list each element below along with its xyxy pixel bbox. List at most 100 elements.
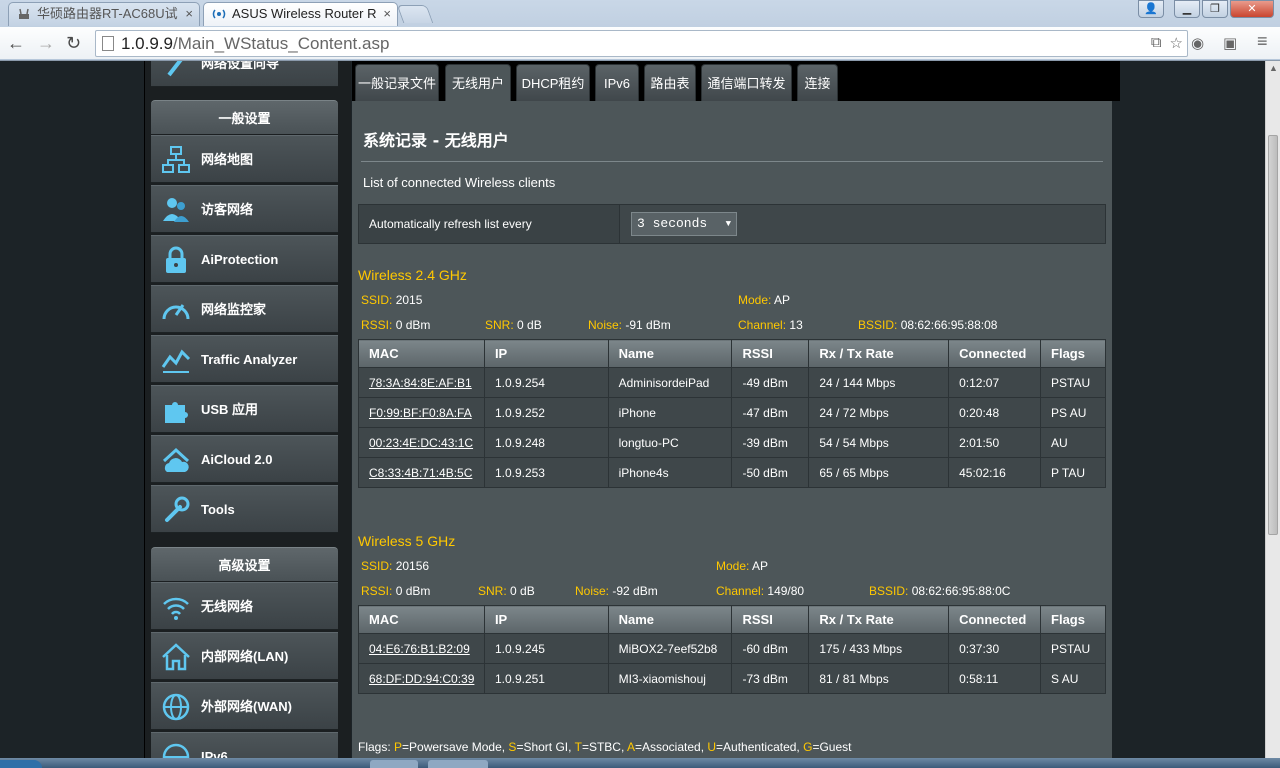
vertical-scrollbar[interactable]: ▲: [1265, 61, 1280, 758]
sidebar-item-network-map[interactable]: 网络地图: [151, 135, 338, 183]
address-bar[interactable]: 1.0.9.9/Main_WStatus_Content.asp ⧉ ☆: [95, 30, 1188, 57]
browser-tab-asus-router[interactable]: ASUS Wireless Router R ×: [203, 2, 398, 26]
flags-prefix: Flags:: [358, 740, 395, 754]
sidebar-item-label: AiCloud 2.0: [201, 452, 273, 467]
translate-icon[interactable]: ⧉: [1151, 34, 1162, 52]
back-arrow-icon[interactable]: ←: [7, 32, 25, 54]
col-header-flags: Flags: [1040, 339, 1106, 368]
noise-value: -91 dBm: [625, 318, 671, 332]
content-panel: 系统记录 - 无线用户 List of connected Wireless c…: [352, 101, 1112, 758]
snr-label: SNR:: [485, 318, 514, 332]
mode-2g: Mode: AP: [738, 293, 790, 307]
browser-menu-icon[interactable]: ≡: [1257, 31, 1268, 52]
sidebar-item-aiprotection[interactable]: AiProtection: [151, 235, 338, 283]
maximize-button[interactable]: ❐: [1202, 0, 1228, 18]
sidebar-item-label: IPv6: [201, 749, 228, 758]
advanced-settings-header: 高级设置: [151, 547, 338, 581]
tab-general-log[interactable]: 一般记录文件: [355, 64, 439, 101]
tab-routing-table[interactable]: 路由表: [644, 64, 696, 101]
noise-value: -92 dBm: [612, 584, 658, 598]
scroll-up-arrow-icon[interactable]: ▲: [1269, 63, 1278, 73]
wireless-favicon-icon: [212, 9, 226, 19]
table-row: 68:DF:DD:94:C0:39 1.0.9.251 MI3-xiaomish…: [358, 663, 1106, 694]
bssid-2g: BSSID: 08:62:66:95:88:08: [858, 318, 997, 332]
wrench-icon: [165, 496, 190, 522]
sidebar-item-tools[interactable]: Tools: [151, 485, 338, 533]
refresh-label: Automatically refresh list every: [359, 205, 620, 243]
mac-link[interactable]: 78:3A:84:8E:AF:B1: [358, 367, 485, 398]
sidebar-item-usb[interactable]: USB 应用: [151, 385, 338, 433]
tab-port-forwarding[interactable]: 通信端口转发: [701, 64, 792, 101]
cell-name: iPhone: [607, 397, 733, 428]
table-row: 00:23:4E:DC:43:1C 1.0.9.248 longtuo-PC -…: [358, 427, 1106, 458]
wifi-icon: [163, 597, 189, 620]
mac-link[interactable]: F0:99:BF:F0:8A:FA: [358, 397, 485, 428]
sidebar-item-label: 网络设置向导: [201, 61, 280, 71]
close-window-button[interactable]: ✕: [1230, 0, 1274, 18]
sidebar-item-wireless[interactable]: 无线网络: [151, 582, 338, 630]
start-button[interactable]: [0, 760, 42, 768]
cell-flags: PSTAU: [1040, 367, 1106, 398]
sidebar-item-lan[interactable]: 内部网络(LAN): [151, 632, 338, 680]
tab-dhcp-leases[interactable]: DHCP租约: [516, 64, 590, 101]
sidebar-item-setup-wizard[interactable]: 网络设置向导: [151, 61, 338, 87]
sidebar-item-label: 无线网络: [201, 599, 254, 614]
minimize-button[interactable]: ▁: [1174, 0, 1200, 18]
forward-arrow-icon[interactable]: →: [37, 32, 55, 54]
flag-text: =Authenticated,: [716, 740, 804, 754]
new-tab-button[interactable]: [396, 5, 434, 23]
log-tabs-bar: 一般记录文件 无线用户 DHCP租约 IPv6 路由表 通信端口转发 连接: [352, 61, 1120, 101]
refresh-interval-select[interactable]: 3 seconds ▼: [631, 212, 737, 236]
mac-link[interactable]: 68:DF:DD:94:C0:39: [358, 663, 485, 694]
cell-flags: S AU: [1040, 663, 1106, 694]
bssid-label: BSSID:: [869, 584, 909, 598]
bssid-5g: BSSID: 08:62:66:95:88:0C: [869, 584, 1010, 598]
col-header-rate: Rx / Tx Rate: [808, 339, 950, 368]
sidebar-item-aicloud[interactable]: AiCloud 2.0: [151, 435, 338, 483]
tab-connections[interactable]: 连接: [797, 64, 838, 101]
sidebar-item-guest-network[interactable]: 访客网络: [151, 185, 338, 233]
snr-value: 0 dB: [510, 584, 535, 598]
refresh-interval-value: 3 seconds: [637, 216, 708, 231]
mac-link[interactable]: C8:33:4B:71:4B:5C: [358, 457, 485, 488]
sidebar-item-wan[interactable]: 外部网络(WAN): [151, 682, 338, 730]
band-title-5g: Wireless 5 GHz: [358, 533, 456, 549]
tab-wireless-clients[interactable]: 无线用户: [445, 64, 511, 101]
cell-flags: PS AU: [1040, 397, 1106, 428]
extension-icon[interactable]: ▣: [1223, 34, 1237, 52]
mac-link[interactable]: 04:E6:76:B1:B2:09: [358, 633, 485, 664]
channel-2g: Channel: 13: [738, 318, 803, 332]
extension-globe-icon[interactable]: ◉: [1191, 34, 1204, 52]
network-map-icon: [162, 146, 190, 173]
tab-ipv6[interactable]: IPv6: [595, 64, 639, 101]
url-text[interactable]: 1.0.9.9/Main_WStatus_Content.asp: [121, 34, 389, 54]
sidebar-item-network-monitor[interactable]: 网络监控家: [151, 285, 338, 333]
rssi-value: 0 dBm: [395, 318, 431, 332]
flag-text: =Associated,: [634, 740, 708, 754]
mac-link[interactable]: 00:23:4E:DC:43:1C: [358, 427, 485, 458]
cell-rssi: -50 dBm: [731, 457, 810, 488]
rssi-5g: RSSI: 0 dBm: [361, 584, 430, 598]
col-header-name: Name: [607, 339, 733, 368]
browser-tab-title: ASUS Wireless Router R: [232, 6, 377, 21]
taskbar-item[interactable]: [370, 760, 418, 768]
reload-icon[interactable]: ↻: [66, 32, 81, 54]
browser-chrome: 华硕路由器RT-AC68U试 × ASUS Wireless Router R …: [0, 0, 1280, 61]
band-title-2g: Wireless 2.4 GHz: [358, 267, 467, 283]
flags-legend: Flags: P=Powersave Mode, S=Short GI, T=S…: [358, 740, 851, 754]
browser-tab-router-review[interactable]: 华硕路由器RT-AC68U试 ×: [8, 2, 200, 26]
scrollbar-thumb[interactable]: [1268, 135, 1278, 535]
taskbar-item[interactable]: [428, 760, 488, 768]
sidebar-item-label: 网络地图: [201, 152, 254, 167]
noise-5g: Noise: -92 dBm: [575, 584, 658, 598]
user-profile-icon[interactable]: 👤: [1138, 0, 1164, 18]
divider: [361, 161, 1103, 162]
close-tab-icon[interactable]: ×: [383, 3, 391, 25]
bookmark-star-icon[interactable]: ☆: [1170, 34, 1183, 52]
cell-rssi: -73 dBm: [731, 663, 810, 694]
sidebar-item-ipv6[interactable]: IPv6: [151, 732, 338, 758]
col-header-connected: Connected: [948, 339, 1042, 368]
sidebar-item-traffic-analyzer[interactable]: Traffic Analyzer: [151, 335, 338, 383]
globe-ipv6-icon: [162, 743, 190, 758]
close-tab-icon[interactable]: ×: [185, 3, 193, 25]
